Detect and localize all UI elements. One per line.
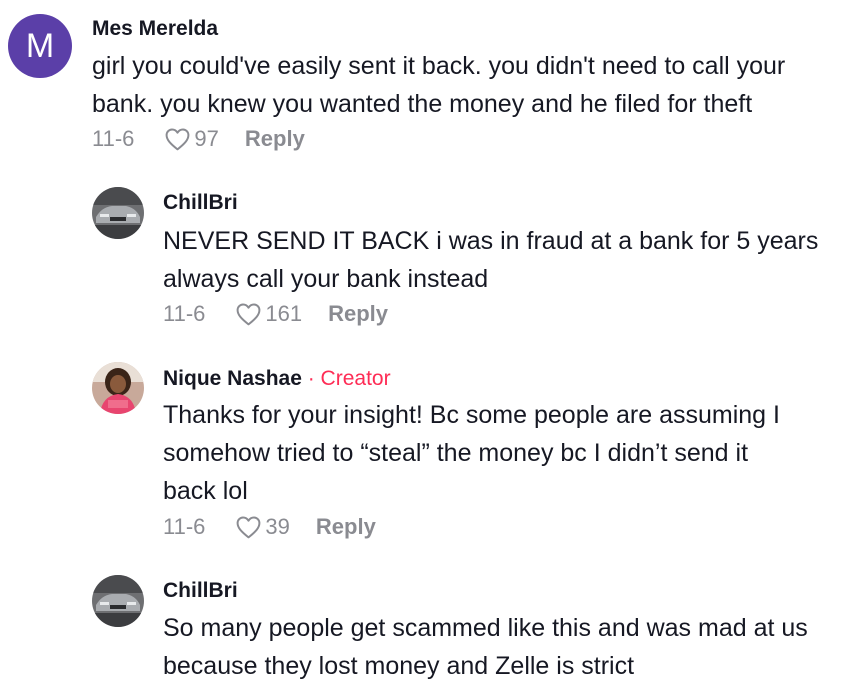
comment-username[interactable]: ChillBri bbox=[163, 579, 238, 603]
comment-username[interactable]: ChillBri bbox=[163, 191, 238, 215]
car-avatar-icon[interactable] bbox=[92, 575, 144, 627]
car-avatar-icon[interactable] bbox=[92, 187, 144, 239]
like-count: 97 bbox=[194, 126, 219, 151]
comment-meta: 11-6 39 Reply bbox=[163, 514, 376, 540]
reply-button[interactable]: Reply bbox=[245, 126, 305, 152]
heart-icon bbox=[166, 128, 190, 151]
comment-username[interactable]: Nique Nashae · Creator bbox=[163, 367, 391, 391]
comment-date: 11-6 bbox=[92, 126, 135, 151]
reply-button[interactable]: Reply bbox=[316, 514, 376, 540]
heart-icon bbox=[237, 303, 261, 326]
like-button[interactable]: 97 bbox=[164, 126, 219, 152]
comment-username[interactable]: Mes Merelda bbox=[92, 17, 218, 41]
like-count: 39 bbox=[265, 514, 290, 539]
person-avatar-icon[interactable] bbox=[92, 362, 144, 414]
comment-text: girl you could've easily sent it back. y… bbox=[92, 52, 786, 118]
like-button[interactable]: 161 bbox=[235, 301, 302, 327]
comment-meta: 11-6 161 Reply bbox=[163, 301, 388, 327]
username-text[interactable]: Nique Nashae bbox=[163, 367, 302, 390]
user-avatar[interactable]: M bbox=[8, 14, 72, 78]
comment-text: Thanks for your insight! Bc some people … bbox=[163, 401, 780, 505]
comment-date: 11-6 bbox=[163, 301, 206, 326]
comment-meta: 11-6 97 Reply bbox=[92, 126, 305, 152]
reply-button[interactable]: Reply bbox=[328, 301, 388, 327]
comment-date: 11-6 bbox=[163, 514, 206, 539]
creator-badge: · Creator bbox=[301, 367, 391, 390]
heart-icon bbox=[237, 516, 261, 539]
comment-text: So many people get scammed like this and… bbox=[163, 614, 808, 680]
like-button[interactable]: 39 bbox=[235, 514, 290, 540]
like-count: 161 bbox=[265, 301, 303, 326]
comment-text: NEVER SEND IT BACK i was in fraud at a b… bbox=[163, 227, 819, 293]
